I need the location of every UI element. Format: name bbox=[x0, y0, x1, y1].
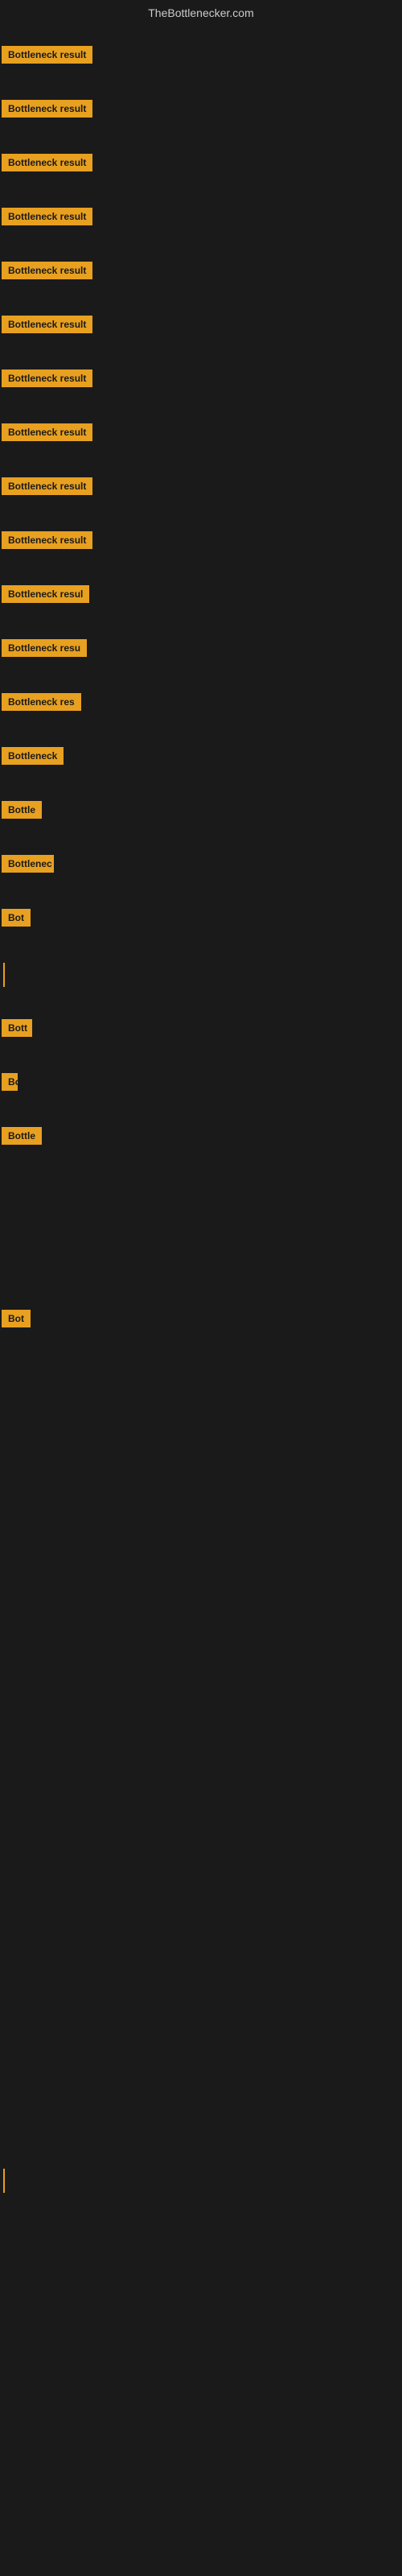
list-item[interactable]: Bottlenec bbox=[0, 839, 402, 893]
bottom-section bbox=[0, 1992, 402, 2153]
list-item[interactable]: Bottleneck result bbox=[0, 192, 402, 246]
list-item[interactable]: Bottleneck bbox=[0, 731, 402, 785]
bottleneck-badge: Bottleneck result bbox=[2, 316, 92, 333]
empty-gap bbox=[0, 1165, 402, 1294]
bottleneck-badge: Bottleneck result bbox=[2, 154, 92, 171]
large-empty-section bbox=[0, 1348, 402, 1992]
list-item[interactable]: Bottleneck result bbox=[0, 30, 402, 84]
list-item[interactable]: Bot bbox=[0, 1294, 402, 1348]
list-item[interactable]: Bottleneck resul bbox=[0, 569, 402, 623]
list-item[interactable]: Bottleneck result bbox=[0, 299, 402, 353]
list-item[interactable] bbox=[0, 947, 402, 1003]
bottleneck-badge: Bottleneck resul bbox=[2, 585, 89, 603]
list-item[interactable]: Bottle bbox=[0, 1111, 402, 1165]
bottleneck-badge: Bottleneck result bbox=[2, 262, 92, 279]
bottleneck-badge: Bottle bbox=[2, 1127, 42, 1145]
list-item[interactable]: Bottleneck result bbox=[0, 407, 402, 461]
list-item[interactable]: Bottleneck result bbox=[0, 246, 402, 299]
bottleneck-badge: Bottle bbox=[2, 801, 42, 819]
footer-space bbox=[0, 2209, 402, 2450]
list-item[interactable]: Bott bbox=[0, 1003, 402, 1057]
bottleneck-badge: Bottlenec bbox=[2, 855, 54, 873]
list-item[interactable]: Bottleneck res bbox=[0, 677, 402, 731]
bottleneck-badge: Bott bbox=[2, 1019, 32, 1037]
bottleneck-badge: Bot bbox=[2, 1310, 31, 1327]
bottleneck-badge: Bottleneck result bbox=[2, 100, 92, 118]
bottleneck-badge: Bottleneck result bbox=[2, 531, 92, 549]
list-item[interactable]: Bo bbox=[0, 1057, 402, 1111]
vertical-line-indicator bbox=[3, 963, 5, 987]
list-item[interactable]: Bottle bbox=[0, 785, 402, 839]
bottleneck-badge: Bottleneck result bbox=[2, 369, 92, 387]
list-item[interactable]: Bottleneck result bbox=[0, 138, 402, 192]
bottleneck-badge: Bottleneck bbox=[2, 747, 64, 765]
list-item[interactable]: Bottleneck result bbox=[0, 353, 402, 407]
items-container: Bottleneck result Bottleneck result Bott… bbox=[0, 26, 402, 2450]
list-item[interactable] bbox=[0, 2153, 402, 2209]
list-item[interactable]: Bot bbox=[0, 893, 402, 947]
list-item[interactable]: Bottleneck result bbox=[0, 461, 402, 515]
bottleneck-badge: Bottleneck result bbox=[2, 477, 92, 495]
vertical-line-indicator bbox=[3, 2169, 5, 2193]
list-item[interactable]: Bottleneck result bbox=[0, 515, 402, 569]
site-title: TheBottlenecker.com bbox=[0, 0, 402, 26]
bottleneck-badge: Bottleneck result bbox=[2, 423, 92, 441]
list-item[interactable]: Bottleneck result bbox=[0, 84, 402, 138]
bottleneck-badge: Bottleneck result bbox=[2, 46, 92, 64]
list-item[interactable]: Bottleneck resu bbox=[0, 623, 402, 677]
bottleneck-badge: Bo bbox=[2, 1073, 18, 1091]
bottleneck-badge: Bot bbox=[2, 909, 31, 927]
bottleneck-badge: Bottleneck resu bbox=[2, 639, 87, 657]
bottleneck-badge: Bottleneck res bbox=[2, 693, 81, 711]
bottleneck-badge: Bottleneck result bbox=[2, 208, 92, 225]
